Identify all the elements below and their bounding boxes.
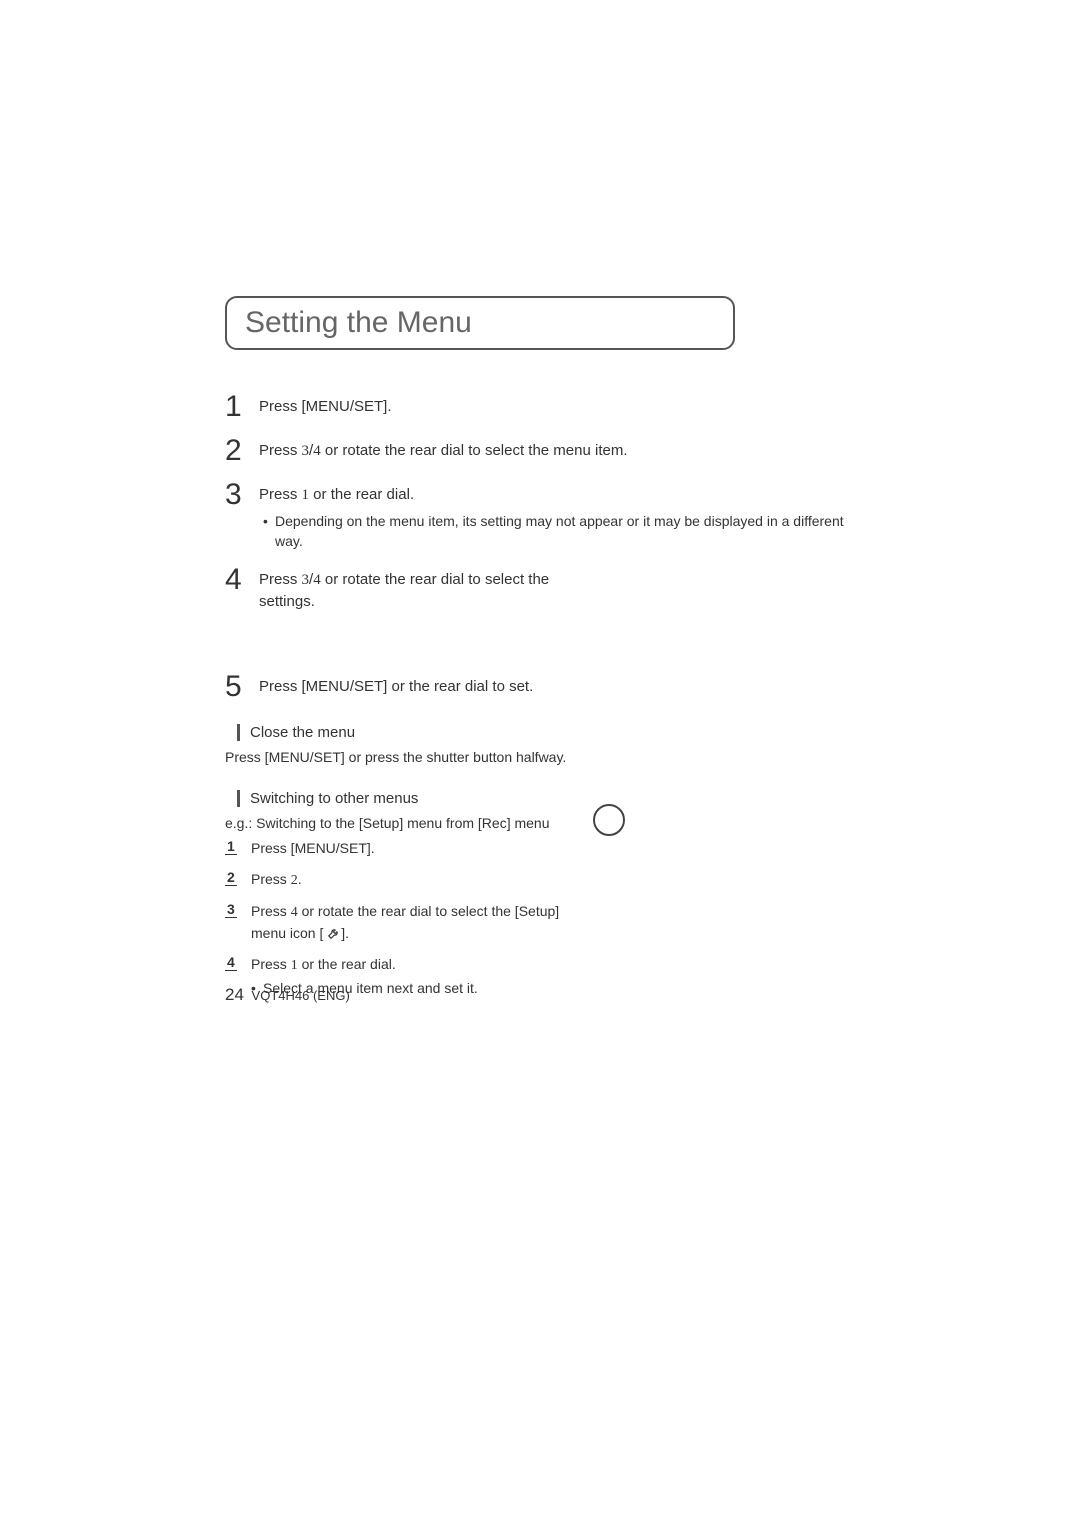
- step-text: Press 1 or the rear dial.: [259, 484, 855, 506]
- text-fragment: Press: [251, 956, 291, 972]
- text-fragment: Press: [251, 903, 291, 919]
- switching-steps: 1 Press [MENU/SET]. 2 Press 2. 3 Press 4…: [225, 838, 855, 999]
- text-fragment: Press: [259, 486, 302, 503]
- mini-step-3: 3 Press 4 or rotate the rear dial to sel…: [225, 901, 855, 944]
- mini-step-body: Press [MENU/SET].: [251, 838, 855, 859]
- text-fragment: or the rear dial.: [298, 956, 396, 972]
- bullet-icon: [263, 512, 275, 551]
- step-text: Press [MENU/SET] or the rear dial to set…: [259, 676, 855, 697]
- page-title: Setting the Menu: [245, 306, 472, 339]
- page: Setting the Menu 1 Press [MENU/SET]. 2 P…: [0, 0, 1080, 1526]
- right-symbol: 1: [291, 958, 298, 973]
- num-text: 4: [225, 954, 237, 971]
- dial-icon: [593, 804, 625, 836]
- up-symbol: 3: [302, 443, 310, 459]
- step-4: 4 Press 3/4 or rotate the rear dial to s…: [225, 565, 855, 612]
- switching-heading: Switching to other menus: [237, 790, 855, 807]
- mini-step-number: 1: [225, 838, 251, 859]
- up-symbol: 3: [302, 572, 310, 588]
- step-body: Press [MENU/SET].: [259, 392, 855, 422]
- left-symbol: 2: [291, 873, 298, 888]
- close-menu-text: Press [MENU/SET] or press the shutter bu…: [225, 747, 855, 768]
- text-fragment: or rotate the rear dial to select the me…: [321, 442, 628, 459]
- step-body: Press 1 or the rear dial. Depending on t…: [259, 480, 855, 551]
- num-text: 2: [225, 869, 237, 886]
- step-body: Press 3/4 or rotate the rear dial to sel…: [259, 565, 579, 612]
- down-symbol: 4: [291, 905, 298, 920]
- down-symbol: 4: [313, 572, 321, 588]
- step-number: 5: [225, 672, 259, 702]
- step-number: 1: [225, 392, 259, 422]
- step-3: 3 Press 1 or the rear dial. Depending on…: [225, 480, 855, 551]
- text-fragment: or the rear dial.: [309, 486, 414, 503]
- note-text: Depending on the menu item, its setting …: [275, 512, 855, 551]
- text-fragment: Press: [259, 571, 302, 588]
- down-symbol: 4: [313, 443, 321, 459]
- text-fragment: Press: [251, 871, 291, 887]
- page-number: 24: [225, 985, 244, 1004]
- mini-step-number: 2: [225, 869, 251, 891]
- text-fragment: or rotate the rear dial to select the [S…: [251, 903, 559, 941]
- spacer: [225, 626, 855, 672]
- step-body: Press 3/4 or rotate the rear dial to sel…: [259, 436, 855, 466]
- step-5: 5 Press [MENU/SET] or the rear dial to s…: [225, 672, 855, 702]
- step-number: 2: [225, 436, 259, 466]
- right-symbol: 1: [302, 487, 310, 503]
- text-fragment: .: [298, 871, 302, 887]
- mini-step-1: 1 Press [MENU/SET].: [225, 838, 855, 859]
- text-fragment: Press: [259, 442, 302, 459]
- step-number: 4: [225, 565, 259, 612]
- step-text: Press [MENU/SET].: [259, 396, 855, 417]
- step-1: 1 Press [MENU/SET].: [225, 392, 855, 422]
- main-steps: 1 Press [MENU/SET]. 2 Press 3/4 or rotat…: [225, 392, 855, 702]
- step-body: Press [MENU/SET] or the rear dial to set…: [259, 672, 855, 702]
- step-text: Press 3/4 or rotate the rear dial to sel…: [259, 440, 855, 462]
- title-frame: Setting the Menu: [225, 296, 735, 350]
- text-fragment: ].: [341, 925, 349, 941]
- step-2: 2 Press 3/4 or rotate the rear dial to s…: [225, 436, 855, 466]
- footer: 24 VQT4H46 (ENG): [225, 985, 350, 1005]
- switching-example: e.g.: Switching to the [Setup] menu from…: [225, 813, 855, 834]
- step-note: Depending on the menu item, its setting …: [259, 512, 855, 551]
- num-text: 3: [225, 901, 237, 918]
- mini-step-body: Press 2.: [251, 869, 855, 891]
- close-menu-heading: Close the menu: [237, 724, 855, 741]
- step-number: 3: [225, 480, 259, 551]
- doc-code: VQT4H46 (ENG): [252, 988, 350, 1003]
- step-text: Press 3/4 or rotate the rear dial to sel…: [259, 569, 579, 612]
- mini-step-body: Press 4 or rotate the rear dial to selec…: [251, 901, 591, 944]
- mini-step-number: 3: [225, 901, 251, 944]
- content-area: Setting the Menu 1 Press [MENU/SET]. 2 P…: [225, 296, 855, 1009]
- num-text: 1: [225, 838, 237, 855]
- wrench-icon: [327, 925, 341, 939]
- mini-step-2: 2 Press 2.: [225, 869, 855, 891]
